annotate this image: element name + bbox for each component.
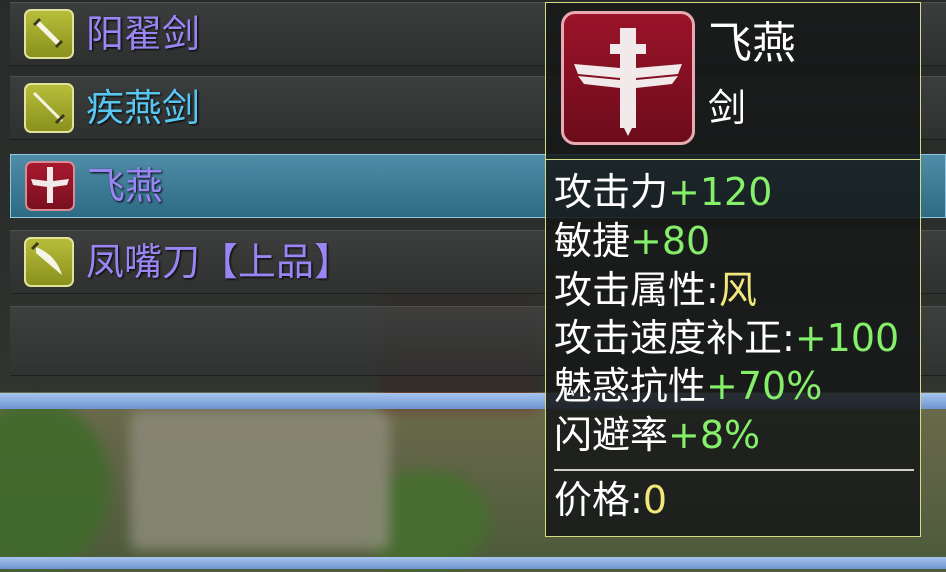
stat-value: +8% <box>668 413 761 457</box>
blade-icon <box>24 237 74 287</box>
stat-value: 风 <box>718 268 757 312</box>
stat-label: 攻击速度补正: <box>554 316 795 360</box>
item-name: 疾燕剑 <box>86 86 201 130</box>
background-bush <box>0 400 110 570</box>
item-name: 飞燕 <box>87 164 164 208</box>
price-divider <box>554 469 914 471</box>
background-path <box>130 410 390 550</box>
stat-value: +70% <box>706 364 823 408</box>
winged-sword-icon <box>561 11 695 145</box>
price-value: 0 <box>642 478 667 522</box>
item-name: 凤嘴刀【上品】 <box>86 240 353 284</box>
price: 价格:0 <box>554 477 667 523</box>
stat-agility: 敏捷+80 <box>554 218 710 264</box>
stat-attack-element: 攻击属性:风 <box>554 267 757 313</box>
stat-label: 攻击力 <box>554 170 669 214</box>
stat-label: 敏捷 <box>554 219 631 263</box>
stat-evasion: 闪避率+8% <box>554 412 760 458</box>
price-label: 价格: <box>554 478 643 522</box>
stat-label: 闪避率 <box>554 413 669 457</box>
sword-icon <box>24 83 74 133</box>
stat-label: 攻击属性: <box>554 268 719 312</box>
stat-attack-speed: 攻击速度补正:+100 <box>554 315 899 361</box>
stat-charm-resist: 魅惑抗性+70% <box>554 363 822 409</box>
stat-value: +120 <box>668 170 773 214</box>
stat-value: +100 <box>794 316 900 360</box>
item-name: 阳翟剑 <box>86 12 201 56</box>
stat-value: +80 <box>630 219 711 263</box>
item-type: 剑 <box>708 86 747 130</box>
header-divider <box>546 159 920 160</box>
stat-label: 魅惑抗性 <box>554 364 707 408</box>
item-detail-panel: 飞燕 剑 攻击力+120 敏捷+80 攻击属性:风 攻击速度补正:+100 魅惑… <box>545 2 921 537</box>
stat-attack: 攻击力+120 <box>554 169 772 215</box>
item-title: 飞燕 <box>708 18 796 69</box>
screen-bottom-bar <box>0 557 946 569</box>
sword-icon <box>24 9 74 59</box>
winged-sword-icon <box>25 161 75 211</box>
